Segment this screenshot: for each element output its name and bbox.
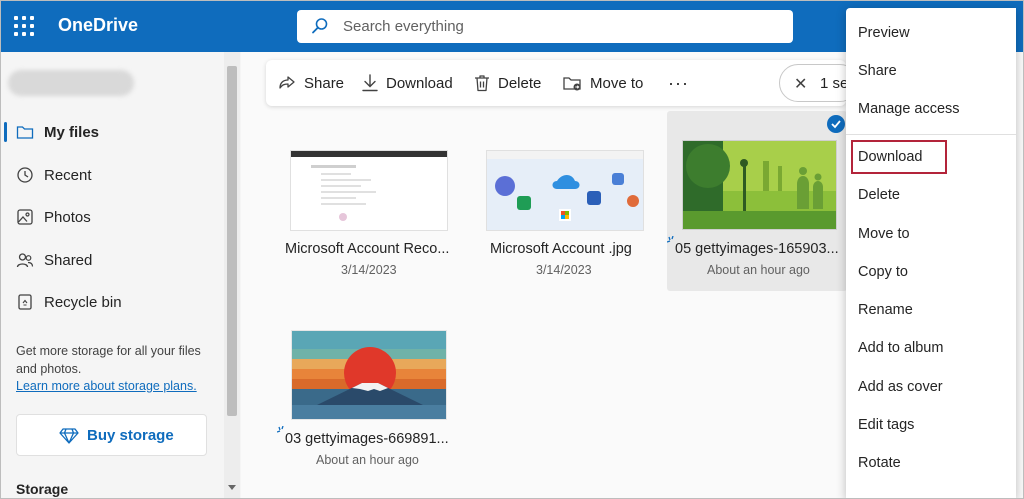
move-to-label: Move to	[590, 74, 644, 92]
app-title[interactable]: OneDrive	[58, 15, 138, 36]
sidebar-item-my-files[interactable]: My files	[0, 114, 224, 150]
move-to-button[interactable]: Move to	[563, 60, 643, 106]
user-name-blurred	[8, 70, 134, 96]
menu-item-label: Manage access	[858, 101, 960, 117]
recycle-bin-icon	[18, 294, 32, 310]
menu-item-rename[interactable]: Rename	[846, 293, 1016, 327]
menu-item-label: Download	[858, 149, 923, 165]
menu-item-label: Add to album	[858, 340, 944, 356]
menu-item-label: Rotate	[858, 455, 901, 471]
share-button[interactable]: Share	[278, 60, 344, 106]
menu-item-preview[interactable]: Preview	[846, 16, 1016, 50]
context-menu: Preview Share Manage access Download Del…	[846, 8, 1016, 499]
selection-count: 1 se	[820, 75, 849, 92]
menu-item-label: Rename	[858, 302, 913, 318]
sidebar-item-label: Shared	[44, 252, 93, 269]
more-icon: ···	[668, 72, 689, 93]
document-preview-image	[291, 151, 447, 221]
menu-item-label: Delete	[858, 187, 900, 203]
file-date: 3/14/2023	[341, 263, 397, 277]
file-thumbnail[interactable]	[291, 330, 447, 420]
menu-item-add-to-album[interactable]: Add to album	[846, 331, 1016, 365]
diamond-icon	[59, 428, 79, 444]
sidebar-item-label: Recycle bin	[44, 294, 122, 311]
share-icon	[279, 76, 295, 89]
checkmark-icon[interactable]	[827, 115, 845, 133]
people-icon	[16, 253, 34, 268]
menu-item-label: Edit tags	[858, 417, 915, 433]
menu-item-add-as-cover[interactable]: Add as cover	[846, 370, 1016, 404]
sidebar-item-label: Recent	[44, 167, 92, 184]
download-button[interactable]: Download	[362, 60, 453, 106]
menu-item-rotate[interactable]: Rotate	[846, 446, 1016, 480]
close-selection-icon[interactable]: ✕	[794, 74, 807, 94]
clock-icon	[17, 167, 33, 183]
file-name[interactable]: 03 gettyimages-669891...	[285, 431, 449, 447]
app-launcher-icon[interactable]	[14, 16, 34, 36]
menu-item-delete[interactable]: Delete	[846, 178, 1016, 212]
sidebar-scrollbar[interactable]	[224, 52, 240, 499]
menu-item-manage-access[interactable]: Manage access	[846, 92, 1016, 126]
search-placeholder: Search everything	[343, 18, 464, 35]
menu-item-label: Move to	[858, 226, 910, 242]
more-options-button[interactable]: ···	[668, 60, 689, 106]
file-name[interactable]: Microsoft Account Reco...	[285, 241, 449, 257]
storage-plans-link[interactable]: Learn more about storage plans.	[16, 379, 197, 393]
file-date: About an hour ago	[707, 263, 810, 277]
search-input[interactable]: Search everything	[297, 10, 793, 43]
menu-item-label: Share	[858, 63, 897, 79]
sidebar: My files Recent Photos Shared Recycle bi…	[0, 52, 241, 499]
green-park-image	[683, 141, 836, 229]
trash-icon	[475, 75, 489, 92]
file-thumbnail[interactable]	[486, 150, 644, 231]
share-label: Share	[304, 74, 345, 92]
file-date: About an hour ago	[316, 453, 419, 467]
sidebar-item-photos[interactable]: Photos	[0, 199, 224, 235]
menu-item-label: Preview	[858, 25, 910, 41]
menu-item-label: Add as cover	[858, 379, 943, 395]
sidebar-item-label: My files	[44, 124, 100, 141]
selection-indicator	[4, 122, 7, 142]
delete-label: Delete	[498, 74, 542, 92]
file-name[interactable]: Microsoft Account .jpg	[490, 241, 632, 257]
menu-item-edit-tags[interactable]: Edit tags	[846, 408, 1016, 442]
buy-storage-button[interactable]: Buy storage	[16, 414, 207, 456]
storage-promo-text: Get more storage for all your files and …	[16, 344, 201, 376]
command-bar: Share Download Delete Move to ···	[266, 60, 846, 106]
scroll-down-arrow-icon[interactable]	[228, 485, 236, 490]
download-label: Download	[386, 74, 453, 92]
search-icon	[312, 18, 328, 34]
file-date: 3/14/2023	[536, 263, 592, 277]
sunset-mountain-image	[292, 331, 446, 419]
menu-item-download[interactable]: Download	[846, 140, 1016, 174]
sidebar-item-recent[interactable]: Recent	[0, 157, 224, 193]
file-thumbnail[interactable]	[682, 140, 837, 230]
file-name[interactable]: 05 gettyimages-165903...	[675, 241, 839, 257]
buy-storage-label: Buy storage	[87, 427, 174, 444]
menu-item-copy-to[interactable]: Copy to	[846, 255, 1016, 289]
sidebar-item-recycle-bin[interactable]: Recycle bin	[0, 284, 224, 320]
menu-divider	[846, 134, 1016, 135]
sidebar-item-label: Photos	[44, 209, 91, 226]
move-folder-icon	[563, 77, 581, 91]
sidebar-item-shared[interactable]: Shared	[0, 242, 224, 278]
menu-item-move-to[interactable]: Move to	[846, 217, 1016, 251]
folder-icon	[16, 126, 34, 139]
file-thumbnail[interactable]	[290, 150, 448, 231]
storage-heading: Storage	[16, 481, 69, 497]
menu-item-share[interactable]: Share	[846, 54, 1016, 88]
scrollbar-thumb[interactable]	[227, 66, 237, 416]
photo-icon	[17, 209, 33, 225]
menu-item-label: Copy to	[858, 264, 908, 280]
delete-button[interactable]: Delete	[474, 60, 541, 106]
download-icon	[362, 74, 378, 92]
office-apps-image	[487, 151, 643, 230]
